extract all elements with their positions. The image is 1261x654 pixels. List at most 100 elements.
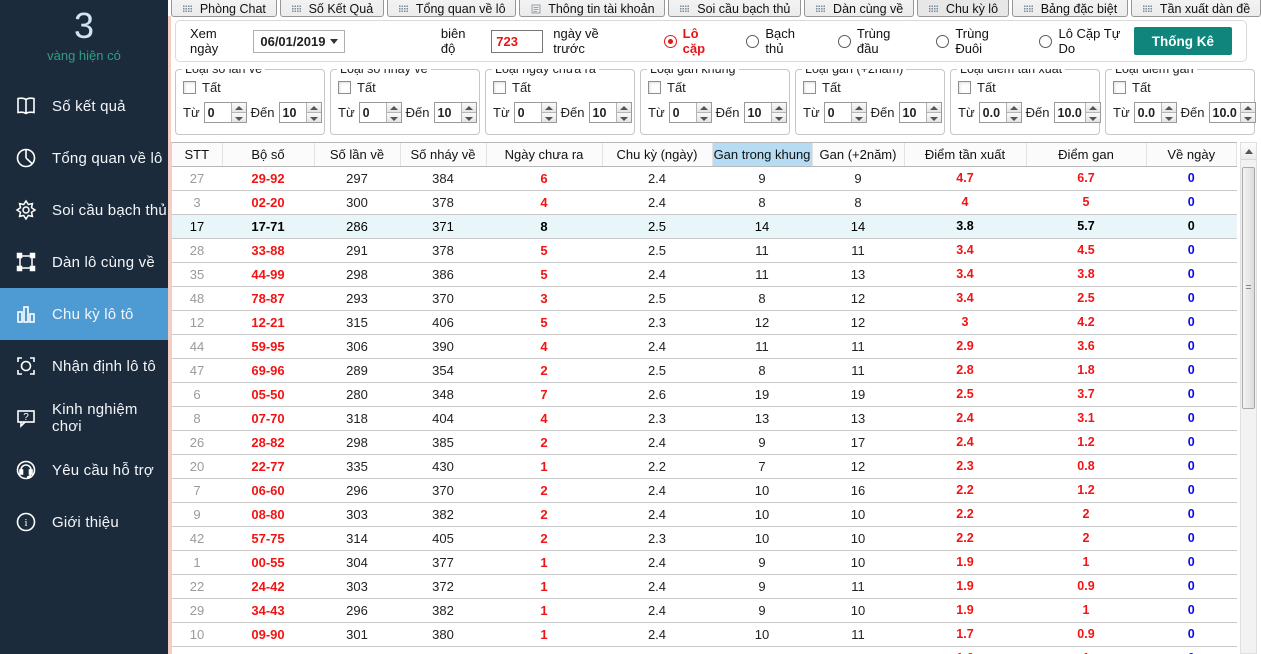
mode-radio[interactable]: Bạch thủ: [746, 26, 812, 56]
spin-down-button[interactable]: [462, 112, 476, 122]
table-row[interactable]: 48 78-87 293 370 3 2.5 8 12 3.4 2.5 0: [172, 286, 1237, 310]
mode-radio[interactable]: Trùng đầu: [838, 26, 910, 56]
from-spinner[interactable]: 0: [824, 102, 867, 123]
from-spinner[interactable]: 0: [514, 102, 557, 123]
table-row[interactable]: 9 08-80 303 382 2 2.4 10 10 2.2 2 0: [172, 502, 1237, 526]
all-checkbox[interactable]: Tất: [493, 80, 628, 95]
spin-up-button[interactable]: [387, 103, 401, 112]
column-header[interactable]: Gan trong khung: [712, 143, 812, 166]
table-row[interactable]: 35 44-99 298 386 5 2.4 11 13 3.4 3.8 0: [172, 262, 1237, 286]
spin-down-button[interactable]: [1241, 112, 1255, 122]
top-tab[interactable]: Tần xuất dàn đề: [1131, 0, 1261, 17]
table-row[interactable]: 6 05-50 280 348 7 2.6 19 19 2.5 3.7 0: [172, 382, 1237, 406]
all-checkbox[interactable]: Tất: [1113, 80, 1248, 95]
table-row[interactable]: 1 00-55 304 377 1 2.4 9 10 1.9 1 0: [172, 550, 1237, 574]
table-row[interactable]: 10 09-90 301 380 1 2.4 10 11 1.7 0.9 0: [172, 622, 1237, 646]
column-header[interactable]: Bộ số: [222, 143, 314, 166]
table-row[interactable]: 42 57-75 314 405 2 2.3 10 10 2.2 2 0: [172, 526, 1237, 550]
sidebar-item[interactable]: Giới thiệu: [0, 496, 168, 548]
mode-radio[interactable]: Lô Cặp Tự Do: [1039, 26, 1133, 56]
scroll-up-button[interactable]: [1241, 143, 1256, 160]
spin-up-button[interactable]: [927, 103, 941, 112]
spin-up-button[interactable]: [697, 103, 711, 112]
top-tab[interactable]: Soi cầu bạch thủ: [668, 0, 801, 17]
spin-down-button[interactable]: [1162, 112, 1176, 122]
mode-radio[interactable]: Lô cặp: [664, 26, 721, 56]
spin-up-button[interactable]: [1007, 103, 1021, 112]
sidebar-item[interactable]: Tổng quan về lô: [0, 132, 168, 184]
spin-up-button[interactable]: [1162, 103, 1176, 112]
to-spinner[interactable]: 10: [744, 102, 787, 123]
table-row[interactable]: 47 69-96 289 354 2 2.5 8 11 2.8 1.8 0: [172, 358, 1237, 382]
spin-down-button[interactable]: [697, 112, 711, 122]
from-spinner[interactable]: 0.0: [1134, 102, 1177, 123]
all-checkbox[interactable]: Tất: [338, 80, 473, 95]
table-row[interactable]: 44 59-95 306 390 4 2.4 11 11 2.9 3.6 0: [172, 334, 1237, 358]
spin-up-button[interactable]: [232, 103, 246, 112]
spin-up-button[interactable]: [542, 103, 556, 112]
table-row[interactable]: 20 22-77 335 430 1 2.2 7 12 2.3 0.8 0: [172, 454, 1237, 478]
column-header[interactable]: Ngày chưa ra: [486, 143, 602, 166]
spin-up-button[interactable]: [617, 103, 631, 112]
to-spinner[interactable]: 10: [589, 102, 632, 123]
from-spinner[interactable]: 0: [359, 102, 402, 123]
all-checkbox[interactable]: Tất: [803, 80, 938, 95]
column-header[interactable]: Điểm gan: [1026, 143, 1146, 166]
column-header[interactable]: Số lần về: [314, 143, 400, 166]
spin-down-button[interactable]: [387, 112, 401, 122]
sidebar-item[interactable]: Dàn lô cùng về: [0, 236, 168, 288]
view-date-select[interactable]: 06/01/2019: [253, 30, 345, 53]
column-header[interactable]: STT: [172, 143, 222, 166]
table-row[interactable]: 12 12-21 315 406 5 2.3 12 12 3 4.2 0: [172, 310, 1237, 334]
all-checkbox[interactable]: Tất: [648, 80, 783, 95]
spin-down-button[interactable]: [927, 112, 941, 122]
to-spinner[interactable]: 10: [434, 102, 477, 123]
spin-down-button[interactable]: [772, 112, 786, 122]
sidebar-item[interactable]: Yêu cầu hỗ trợ: [0, 444, 168, 496]
table-row[interactable]: 7 06-60 296 370 2 2.4 10 16 2.2 1.2 0: [172, 478, 1237, 502]
amplitude-input[interactable]: [491, 30, 543, 53]
spin-up-button[interactable]: [852, 103, 866, 112]
to-spinner[interactable]: 10: [279, 102, 322, 123]
all-checkbox[interactable]: Tất: [183, 80, 318, 95]
spin-down-button[interactable]: [232, 112, 246, 122]
scrollbar-thumb[interactable]: [1242, 167, 1255, 409]
table-row[interactable]: 17 17-71 286 371 8 2.5 14 14 3.8 5.7 0: [172, 214, 1237, 238]
from-spinner[interactable]: 0: [669, 102, 712, 123]
spin-up-button[interactable]: [1241, 103, 1255, 112]
table-row[interactable]: 3 02-20 300 378 4 2.4 8 8 4 5 0: [172, 190, 1237, 214]
sidebar-item[interactable]: Số kết quả: [0, 80, 168, 132]
sidebar-item[interactable]: Kinh nghiệm chơi: [0, 392, 168, 444]
table-row[interactable]: 27 29-92 297 384 6 2.4 9 9 4.7 6.7 0: [172, 166, 1237, 190]
top-tab[interactable]: Dàn cùng về: [804, 0, 914, 17]
spin-down-button[interactable]: [1007, 112, 1021, 122]
column-header[interactable]: Chu kỳ (ngày): [602, 143, 712, 166]
spin-up-button[interactable]: [462, 103, 476, 112]
spin-up-button[interactable]: [307, 103, 321, 112]
spin-down-button[interactable]: [852, 112, 866, 122]
sidebar-item[interactable]: Soi cầu bạch thủ: [0, 184, 168, 236]
to-spinner[interactable]: 10.0: [1209, 102, 1256, 123]
sidebar-item[interactable]: Nhận định lô tô: [0, 340, 168, 392]
top-tab[interactable]: Chu kỳ lô: [917, 0, 1009, 17]
top-tab[interactable]: Phòng Chat: [171, 0, 277, 17]
table-row[interactable]: 26 28-82 298 385 2 2.4 9 17 2.4 1.2 0: [172, 430, 1237, 454]
column-header[interactable]: Về ngày: [1146, 143, 1237, 166]
table-scrollbar[interactable]: [1240, 142, 1257, 654]
to-spinner[interactable]: 10: [899, 102, 942, 123]
mode-radio[interactable]: Trùng Đuôi: [936, 26, 1013, 56]
table-row[interactable]: 2 01-10 294 411 1 2.3 10 10 1.6 1 0: [172, 646, 1237, 654]
top-tab[interactable]: Bảng đặc biệt: [1012, 0, 1128, 17]
column-header[interactable]: Gan (+2năm): [812, 143, 904, 166]
top-tab[interactable]: Thông tin tài khoản: [519, 0, 665, 17]
spin-down-button[interactable]: [617, 112, 631, 122]
table-row[interactable]: 28 33-88 291 378 5 2.5 11 11 3.4 4.5 0: [172, 238, 1237, 262]
spin-down-button[interactable]: [307, 112, 321, 122]
sidebar-item[interactable]: Chu kỳ lô tô: [0, 288, 168, 340]
from-spinner[interactable]: 0.0: [979, 102, 1022, 123]
table-row[interactable]: 29 34-43 296 382 1 2.4 9 10 1.9 1 0: [172, 598, 1237, 622]
top-tab[interactable]: Tổng quan về lô: [387, 0, 516, 17]
table-row[interactable]: 22 24-42 303 372 1 2.4 9 11 1.9 0.9 0: [172, 574, 1237, 598]
table-row[interactable]: 8 07-70 318 404 4 2.3 13 13 2.4 3.1 0: [172, 406, 1237, 430]
spin-up-button[interactable]: [1086, 103, 1100, 112]
